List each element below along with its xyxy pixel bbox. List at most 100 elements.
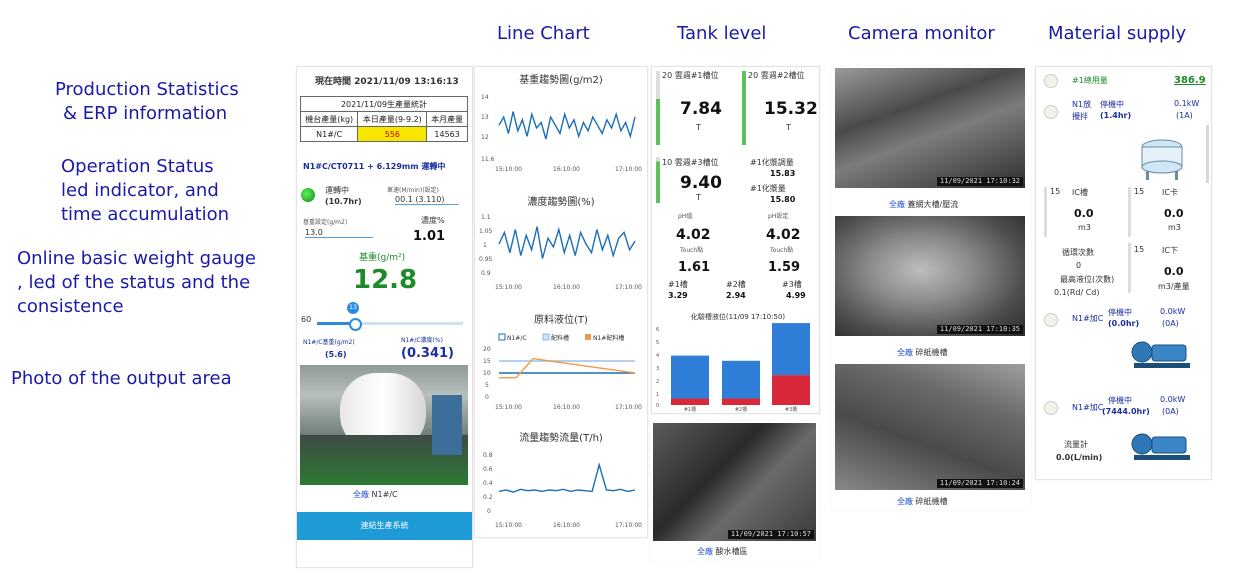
caption-text: 蓋網大槽/壓流 [907,200,959,209]
annotation-line: Online basic weight gauge [17,248,257,269]
legend-swatch [542,333,550,341]
bottom-left-label: N1#/C基重(g/m2) [303,339,355,346]
tank1-level-bar [656,71,660,145]
current-time: 現在時間 2021/11/09 13:16:13 [315,77,459,87]
column-head-tank-level: Tank level [677,23,767,44]
tick-label: 3 [656,366,659,372]
material-led [1044,74,1058,88]
speed-label: 車速(M/min)(設定) [387,187,439,194]
camera-caption-3: 全廠 碎紙機槽 [897,496,948,507]
line-charts: 基重趨勢圖(g/m2) 14 13 12 11.6 15:10:00 16:10… [479,73,642,529]
slider-bubble: 13 [347,302,359,314]
caption-text: 碎紙機槽 [915,497,948,506]
status-word: 運轉中 [325,186,349,195]
pump2-name: N1#加C [1072,403,1104,412]
pump1-name: N1#加C [1072,314,1104,323]
gauge-bar [1128,243,1131,293]
chart-title: 濃度趨勢圖(%) [527,195,594,208]
tank3-label: 10 雲週#3槽位 [662,158,719,167]
tank1-unit: T [696,123,701,132]
tick-label: 0 [487,508,491,515]
total-usage-label: #1總用量 [1072,76,1108,85]
reading2-label: #1化漿量 [750,184,786,193]
max-level-label: 最高液位(次數) [1060,275,1115,284]
photo-caption-link[interactable]: 全廠 [353,490,369,499]
ic-lower-unit: m3/產量 [1158,282,1190,291]
tick-label: 4 [656,353,659,359]
caption-link[interactable]: 全廠 [897,348,913,357]
mixer-name: N1放 [1072,100,1092,109]
erp-link-button[interactable]: 連結生產系統 [297,512,472,540]
tank2-level-bar [742,71,746,145]
scrollbar[interactable] [1206,125,1209,183]
m1-label: #1槽 [668,280,688,289]
bar-segment [772,323,810,376]
ph-set-value: 4.02 [766,227,801,243]
ph-set-sub: Touch點 [770,247,794,254]
pump1-hours: (0.0hr) [1108,319,1140,328]
gauge-value: 12.8 [353,265,418,295]
caption-link[interactable]: 全廠 [697,547,713,556]
tick-label: 17:10:00 [615,284,642,291]
reading1-label: #1化漿調量 [750,158,794,167]
annotation-line: time accumulation [61,204,230,225]
tick-label: 1 [483,242,487,249]
speed-value: 00.1 (3.110) [395,195,459,205]
tick-label: 1 [656,392,659,398]
tick-label: 5 [656,340,659,346]
slider-handle[interactable] [349,318,362,331]
annotation-line: Production Statistics [55,79,239,100]
flow-value: 0.0(L/min) [1056,453,1103,462]
bottom-left-value: (5.6) [325,350,347,359]
tick-label: 15:10:00 [495,166,522,173]
slider-fill [317,322,353,325]
tank-camera: 11/09/2021 17:10:57 全廠 酸水槽區 [651,421,818,561]
annotation-operation: Operation Status led indicator, and time… [61,155,229,227]
caption-text: 酸水槽區 [715,547,748,556]
tank-camera-feed[interactable]: 11/09/2021 17:10:57 [653,423,816,541]
pump1-power: 0.0kW [1160,307,1186,316]
mixer-led [1044,105,1058,119]
camera-feed-1[interactable]: 11/09/2021 17:10:32 [835,68,1025,188]
pump2-amp: (0A) [1162,407,1179,416]
d-value: 1.59 [768,260,801,275]
pump1-amp: (0A) [1162,319,1179,328]
m2-label: #2槽 [726,280,746,289]
basis-value: 13.0 [305,228,373,238]
tick-label: 13 [481,114,489,121]
series-line [498,462,636,493]
column-head-line-chart: Line Chart [497,23,590,44]
camera-feed-3[interactable]: 11/09/2021 17:10:24 [835,364,1025,490]
photo-caption: 全廠 N1#/C [353,489,398,500]
consistency-label: 濃度% [421,216,445,225]
bar-segment [722,398,760,405]
mixer-hours: (1.4hr) [1100,111,1132,120]
tick-label: 17:10:00 [615,404,642,411]
tank2-label: 20 雲週#2槽位 [748,71,805,80]
total-usage-value[interactable]: 386.9 [1174,75,1206,86]
camera-timestamp: 11/09/2021 17:10:24 [936,479,1023,488]
table-title: 2021/11/09生產量統計 [300,96,468,112]
caption-link[interactable]: 全廠 [897,497,913,506]
table-header: 本月產量 [426,111,468,127]
slider-track[interactable] [317,322,463,325]
legend-label: 配料槽 [551,334,569,342]
bar-chart-title: 化驗槽液位(11/09 17:10:50) [691,312,786,321]
caption-link[interactable]: 全廠 [889,200,905,209]
chart-title: 流量趨勢流量(T/h) [519,431,603,444]
pump2-led [1044,401,1058,415]
camera-feed-2[interactable]: 11/09/2021 17:10:35 [835,216,1025,336]
ic-card-unit: m3 [1168,223,1181,232]
bar-category-label: #2槽 [735,406,747,413]
ic-tank-value: 0.0 [1074,207,1094,220]
m3-value: 4.99 [786,291,806,300]
annotation-line: Operation Status [61,156,214,177]
tick-label: 0.8 [483,452,493,459]
m2-value: 2.94 [726,291,746,300]
annotation-line: , led of the status and the [17,272,251,293]
legend-label: N1#/C [507,335,527,342]
tick-label: 17:10:00 [615,166,642,173]
table-cell: N1#/C [299,126,359,142]
bar-category-label: #3槽 [785,406,797,413]
mixer-amp: (1A) [1176,111,1193,120]
